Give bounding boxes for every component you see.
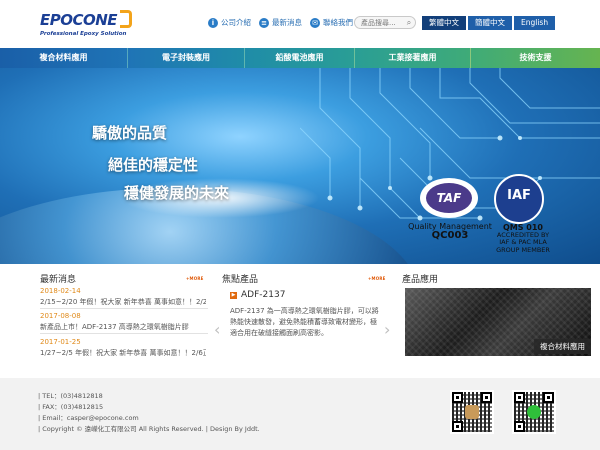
product-name-label: ADF-2137 — [241, 290, 286, 300]
taf-cert-text: Quality Management QC003 — [405, 222, 495, 241]
news-icon: ≡ — [259, 17, 269, 28]
chevron-right-icon[interactable]: › — [384, 320, 390, 339]
top-link-label: 最新消息 — [272, 18, 302, 27]
slogan-line-1: 驕傲的品質 — [92, 124, 168, 142]
top-link-about[interactable]: i 公司介紹 — [208, 17, 251, 28]
news-item[interactable]: 2/15~2/20 年假！祝大家 新年恭喜 萬事如意！！2/21正 — [40, 297, 206, 307]
lang-english[interactable]: English — [514, 16, 556, 30]
applications-title: 產品應用 — [402, 275, 439, 285]
lang-traditional-chinese[interactable]: 繁體中文 — [422, 16, 466, 30]
qr-finder — [452, 421, 463, 432]
mail-icon: ✉ — [310, 17, 320, 28]
chevron-left-icon[interactable]: ‹ — [214, 320, 220, 339]
footer-copyright: | Copyright © 遠嶸化工有限公司 All Rights Reserv… — [38, 425, 260, 433]
header: EPOCONE Professional Epoxy Solution i 公司… — [0, 0, 600, 48]
news-more-link[interactable]: +MORE — [186, 276, 204, 281]
news-item[interactable]: 新產品上市！ADF-2137 高導熱之環氧樹脂片膠 — [40, 322, 206, 332]
iaf-cert-text: QMS 010 ACCREDITED BY IAF & PAC MLA GROU… — [488, 224, 558, 254]
top-links: i 公司介紹 ≡ 最新消息 ✉ 聯絡我們 — [208, 17, 353, 28]
news-date: 2018-02-14 — [40, 287, 81, 295]
top-link-label: 公司介紹 — [221, 18, 251, 27]
qr-finder — [543, 392, 554, 403]
search-icon[interactable]: ⌕ — [404, 17, 414, 28]
news-divider — [40, 333, 208, 334]
taf-cert-code: QC003 — [431, 230, 469, 241]
slogan-line-3: 穩健發展的未來 — [124, 184, 230, 202]
epocone-logo[interactable]: EPOCONE Professional Epoxy Solution — [36, 8, 136, 42]
language-switcher: 繁體中文 簡體中文 English — [420, 16, 556, 30]
qr-code-line — [512, 390, 556, 434]
top-link-news[interactable]: ≡ 最新消息 — [259, 17, 302, 28]
info-icon: i — [208, 17, 218, 28]
footer-fax: | FAX：(03)4812815 — [38, 403, 104, 411]
nav-composite[interactable]: 複合材料應用 — [0, 48, 127, 68]
qr-finder — [452, 392, 463, 403]
lang-simplified-chinese[interactable]: 簡體中文 — [468, 16, 512, 30]
application-label: 複合材料應用 — [534, 339, 591, 354]
qr-finder — [514, 421, 525, 432]
products-more-link[interactable]: +MORE — [368, 276, 386, 281]
product-description: ADF-2137 為一高導熱之環氧樹脂片膠，可以將熱能快速散發，避免熱能積蓄導致… — [230, 307, 379, 337]
nav-tech-support[interactable]: 技術支援 — [470, 48, 600, 68]
nav-industrial[interactable]: 工業接著應用 — [354, 48, 470, 68]
news-title: 最新消息 — [40, 275, 77, 285]
carbon-fiber-image[interactable]: 複合材料應用 — [405, 288, 591, 356]
footer-tel: | TEL：(03)4812818 — [38, 392, 103, 400]
taf-badge: TAF — [420, 178, 478, 218]
logo-tagline: Professional Epoxy Solution — [40, 31, 127, 37]
arrow-right-icon: ▶ — [230, 291, 237, 299]
taf-logo: TAF — [426, 183, 472, 213]
iaf-cert-line-4: GROUP MEMBER — [496, 245, 550, 254]
top-link-contact[interactable]: ✉ 聯絡我們 — [310, 17, 353, 28]
qr-code-wechat — [450, 390, 494, 434]
footer: | TEL：(03)4812818 | FAX：(03)4812815 | Em… — [0, 378, 600, 450]
line-app-icon — [527, 405, 541, 419]
top-link-label: 聯絡我們 — [323, 18, 353, 27]
news-divider — [40, 308, 208, 309]
slogan-line-2: 絕佳的穩定性 — [108, 156, 199, 174]
main-nav: 複合材料應用 電子封裝應用 鉛酸電池應用 工業接著應用 技術支援 — [0, 48, 600, 68]
footer-email[interactable]: | Email：casper@epocone.com — [38, 412, 139, 422]
products-title: 焦點產品 — [222, 275, 259, 285]
nav-electronics[interactable]: 電子封裝應用 — [127, 48, 244, 68]
logo-mark-icon — [120, 10, 132, 28]
avatar-icon — [465, 405, 479, 419]
logo-text: EPOCONE — [40, 11, 118, 29]
qr-finder — [481, 392, 492, 403]
product-name[interactable]: ▶ ADF-2137 — [230, 290, 285, 300]
news-date: 2017-08-08 — [40, 312, 81, 320]
qr-finder — [514, 392, 525, 403]
news-date: 2017-01-25 — [40, 338, 81, 346]
nav-battery[interactable]: 鉛酸電池應用 — [244, 48, 354, 68]
iaf-badge: IAF — [494, 174, 544, 224]
iaf-logo: IAF — [507, 188, 531, 203]
news-item[interactable]: 1/27~2/5 年假！祝大家 新年恭喜 萬事如意！！2/6正 — [40, 348, 206, 358]
